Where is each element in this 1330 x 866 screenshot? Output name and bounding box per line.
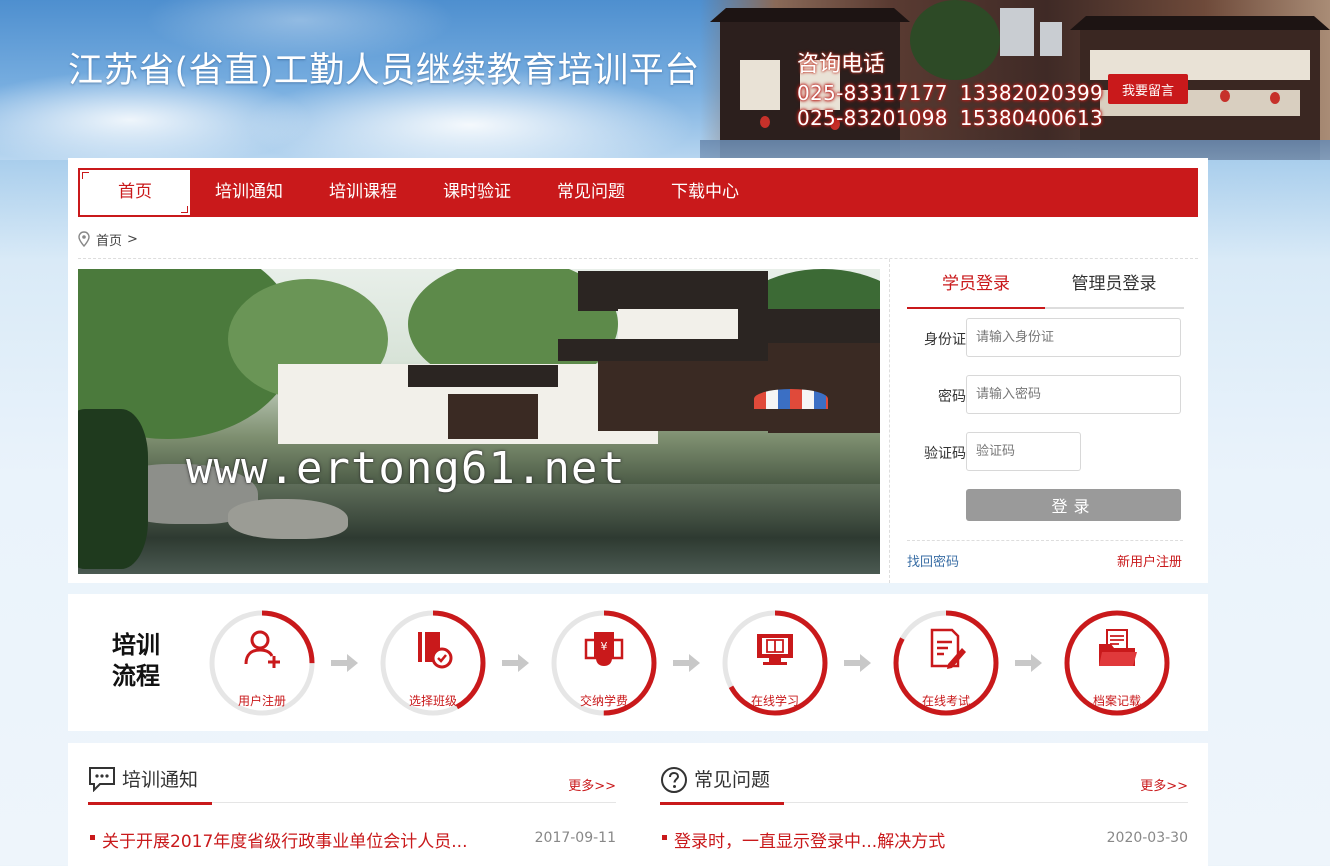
chat-bubble-icon — [89, 767, 115, 792]
step-label: 选择班级 — [408, 694, 457, 708]
process-step-register[interactable]: 用户注册 — [207, 608, 317, 718]
step-label: 档案记载 — [1092, 694, 1141, 708]
process-step-online-exam[interactable]: 在线考试 — [891, 608, 1001, 718]
arrow-right-icon — [502, 654, 529, 672]
section-title: 培训通知 — [88, 765, 213, 805]
list-item-title: 关于开展2017年度省级行政事业单位会计人员... — [102, 832, 468, 852]
hotline-row-1: 025-83317177 13382020399 — [797, 81, 1115, 105]
arrow-right-icon — [1015, 654, 1042, 672]
section-header: 常见问题 更多>> — [660, 765, 1188, 805]
phone-number: 025-83317177 — [797, 81, 948, 105]
id-card-label: 身份证 — [924, 332, 966, 348]
process-title: 培训 流程 — [112, 630, 172, 692]
step-label: 交纳学费 — [579, 694, 628, 708]
process-step-online-study[interactable]: 在线学习 — [720, 608, 830, 718]
training-process-card: 培训 流程 用户注册 选择班级 ¥ 交纳学费 在线学习 在线考试 档案记载 — [68, 594, 1208, 731]
phone-number: 13382020399 — [959, 81, 1104, 105]
online-exam-icon — [930, 628, 966, 669]
login-tabs: 学员登录 管理员登录 — [907, 269, 1184, 309]
section-title-text: 培训通知 — [122, 769, 199, 791]
login-panel: 学员登录 管理员登录 身份证 密码 验证码 登录 找回密码 新用户注册 — [889, 259, 1198, 583]
user-add-icon — [244, 630, 280, 668]
section-header: 培训通知 更多>> — [88, 765, 616, 805]
main-nav: 首页 培训通知 培训课程 课时验证 常见问题 下载中心 — [78, 168, 1198, 217]
nav-item-courses[interactable]: 培训课程 — [306, 168, 420, 217]
svg-text:¥: ¥ — [601, 640, 608, 653]
online-study-icon — [757, 634, 793, 665]
process-title-line: 培训 — [112, 631, 160, 659]
step-label: 在线考试 — [921, 694, 970, 708]
nav-item-training-notice[interactable]: 培训通知 — [192, 168, 306, 217]
divider — [907, 540, 1183, 541]
register-link[interactable]: 新用户注册 — [1117, 551, 1182, 570]
training-notice-section: 培训通知 更多>> 关于开展2017年度省级行政事业单位会计人员... 2017… — [88, 743, 616, 866]
process-step-select-class[interactable]: 选择班级 — [378, 608, 488, 718]
tab-student-login[interactable]: 学员登录 — [907, 269, 1045, 309]
breadcrumb-separator: > — [127, 231, 138, 247]
hotline-row-2: 025-83201098 15380400613 — [797, 106, 1115, 130]
phone-number: 15380400613 — [959, 106, 1104, 130]
site-header: 江苏省(省直)工勤人员继续教育培训平台 咨询电话 025-83317177 133… — [0, 0, 1330, 160]
class-select-icon — [418, 632, 453, 669]
location-pin-icon — [78, 231, 90, 247]
bullet — [662, 835, 667, 840]
section-title: 常见问题 — [660, 765, 785, 805]
process-title-line: 流程 — [112, 662, 160, 690]
list-item[interactable]: 登录时，一直显示登录中...解决方式 2020-03-30 — [660, 827, 1188, 852]
tab-admin-login[interactable]: 管理员登录 — [1045, 269, 1183, 307]
question-circle-icon — [661, 767, 687, 793]
captcha-label: 验证码 — [924, 446, 966, 462]
phone-number: 025-83201098 — [797, 106, 948, 130]
forgot-password-link[interactable]: 找回密码 — [907, 551, 959, 570]
process-step-archive[interactable]: 档案记载 — [1062, 608, 1172, 718]
breadcrumb: 首页 > — [78, 229, 138, 249]
nav-item-hour-verify[interactable]: 课时验证 — [420, 168, 534, 217]
arrow-right-icon — [331, 654, 358, 672]
bullet — [90, 835, 95, 840]
news-card: 培训通知 更多>> 关于开展2017年度省级行政事业单位会计人员... 2017… — [68, 743, 1208, 866]
list-item-date: 2020-03-30 — [1106, 830, 1188, 846]
archive-icon — [1099, 629, 1137, 666]
more-notices-link[interactable]: 更多>> — [568, 775, 616, 794]
step-label: 在线学习 — [750, 694, 799, 708]
header-town-photo — [700, 0, 1330, 160]
faq-section: 常见问题 更多>> 登录时，一直显示登录中...解决方式 2020-03-30 — [660, 743, 1188, 866]
process-step-pay-fee[interactable]: ¥ 交纳学费 — [549, 608, 659, 718]
nav-item-home[interactable]: 首页 — [80, 170, 190, 215]
list-item-title: 登录时，一直显示登录中...解决方式 — [674, 832, 946, 852]
main-card: 首页 培训通知 培训课程 课时验证 常见问题 下载中心 首页 > www.ert… — [68, 158, 1208, 583]
nav-item-downloads[interactable]: 下载中心 — [648, 168, 762, 217]
id-card-input[interactable] — [966, 318, 1181, 357]
arrow-right-icon — [844, 654, 871, 672]
password-label: 密码 — [938, 389, 966, 405]
banner-image: www.ertong61.net — [78, 269, 880, 574]
hotline-label: 咨询电话 — [797, 52, 886, 77]
breadcrumb-home[interactable]: 首页 — [96, 230, 122, 249]
list-item[interactable]: 关于开展2017年度省级行政事业单位会计人员... 2017-09-11 — [88, 827, 616, 852]
step-label: 用户注册 — [237, 694, 286, 708]
captcha-input[interactable] — [966, 432, 1081, 471]
arrow-right-icon — [673, 654, 700, 672]
nav-item-faq[interactable]: 常见问题 — [534, 168, 648, 217]
section-title-text: 常见问题 — [694, 769, 771, 791]
login-button[interactable]: 登录 — [966, 489, 1181, 521]
banner-watermark: www.ertong61.net — [186, 443, 626, 494]
leave-message-button[interactable]: 我要留言 — [1108, 74, 1188, 104]
more-faq-link[interactable]: 更多>> — [1140, 775, 1188, 794]
pay-fee-icon: ¥ — [584, 632, 624, 666]
site-title: 江苏省(省直)工勤人员继续教育培训平台 — [68, 51, 700, 91]
list-item-date: 2017-09-11 — [534, 830, 616, 846]
password-input[interactable] — [966, 375, 1181, 414]
